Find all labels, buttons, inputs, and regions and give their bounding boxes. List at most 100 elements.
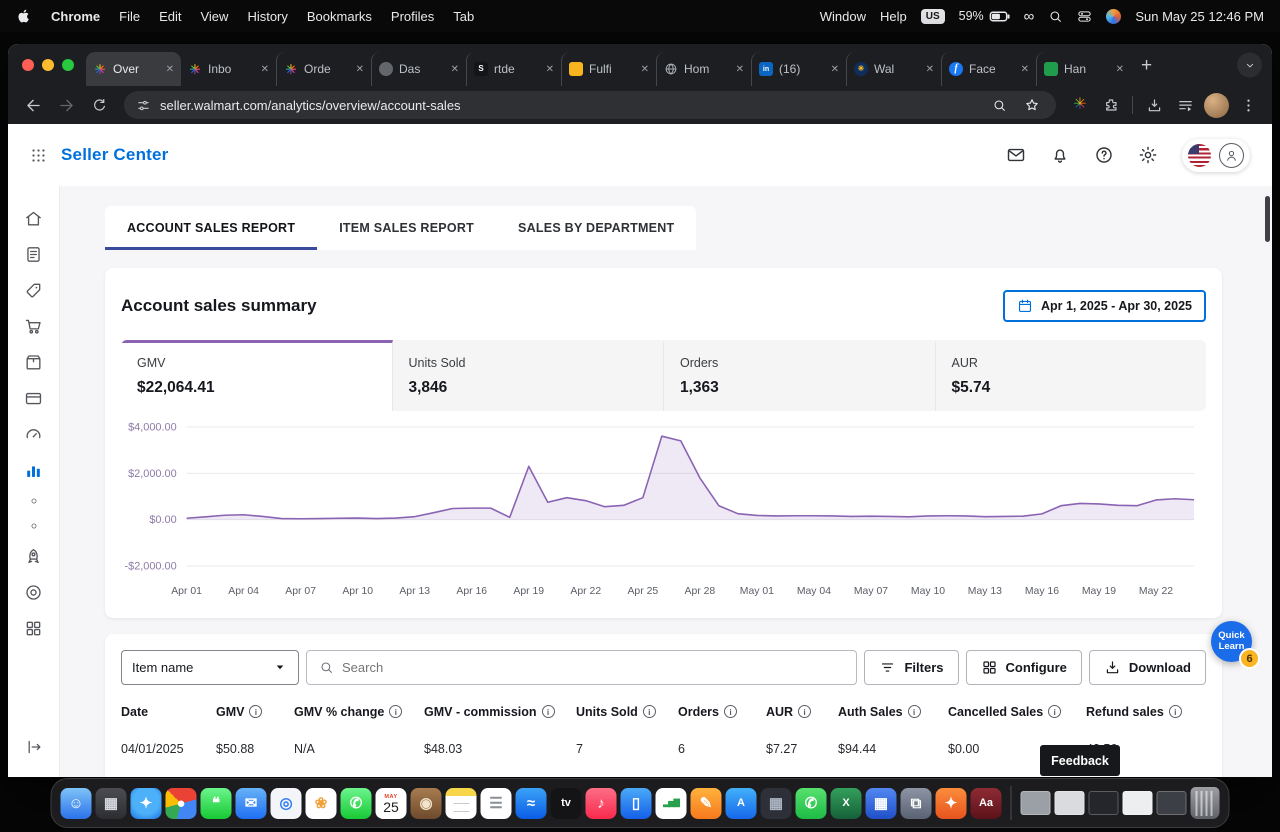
browser-profile-avatar[interactable] bbox=[1204, 92, 1229, 118]
filters-button[interactable]: Filters bbox=[864, 649, 959, 685]
report-tab-item-sales-report[interactable]: ITEM SALES REPORT bbox=[317, 206, 496, 250]
notes-icon[interactable] bbox=[445, 787, 477, 819]
info-icon[interactable]: i bbox=[1048, 705, 1062, 719]
tab-search-chevron[interactable] bbox=[1237, 52, 1262, 78]
column-header-units-sold[interactable]: Units Sold i bbox=[576, 705, 678, 719]
whatsapp-icon[interactable]: ✆ bbox=[795, 787, 827, 819]
close-tab-icon[interactable]: ✕ bbox=[1021, 64, 1029, 75]
notifications-bell-icon[interactable] bbox=[1050, 145, 1070, 165]
sidebar-item-analytics[interactable] bbox=[8, 452, 59, 488]
column-header-orders[interactable]: Orders i bbox=[678, 705, 766, 719]
sidebar-item-box[interactable] bbox=[8, 344, 59, 380]
apple-tv-icon[interactable]: tv bbox=[550, 787, 582, 819]
address-bar[interactable]: seller.walmart.com/analytics/overview/ac… bbox=[124, 91, 1056, 119]
sidebar-item-collapse[interactable] bbox=[8, 729, 59, 765]
sidebar-item-apps[interactable] bbox=[8, 610, 59, 646]
menu-item-edit[interactable]: Edit bbox=[159, 9, 181, 24]
account-pill[interactable] bbox=[1182, 138, 1250, 172]
minimized-window[interactable] bbox=[1088, 791, 1119, 815]
iphone-mirroring-icon[interactable]: ▯ bbox=[620, 787, 652, 819]
menu-item-file[interactable]: File bbox=[119, 9, 140, 24]
menu-item-profiles[interactable]: Profiles bbox=[391, 9, 434, 24]
search-input[interactable] bbox=[342, 659, 845, 675]
menu-clock[interactable]: Sun May 25 12:46 PM bbox=[1135, 9, 1264, 24]
configure-button[interactable]: Configure bbox=[965, 649, 1082, 685]
music-icon[interactable]: ♪ bbox=[585, 787, 617, 819]
close-window-button[interactable] bbox=[22, 59, 34, 71]
column-header-gmv[interactable]: GMV i bbox=[216, 705, 294, 719]
menu-item-chrome[interactable]: Chrome bbox=[51, 9, 100, 24]
close-tab-icon[interactable]: ✕ bbox=[356, 64, 364, 75]
chrome-icon[interactable]: ● bbox=[165, 787, 197, 819]
sidebar-item-gauge[interactable] bbox=[8, 416, 59, 452]
mail-icon[interactable] bbox=[1006, 145, 1026, 165]
minimized-window[interactable] bbox=[1156, 791, 1187, 815]
bookmark-star-icon[interactable] bbox=[1020, 93, 1044, 117]
item-name-select[interactable]: Item name bbox=[121, 649, 299, 685]
close-tab-icon[interactable]: ✕ bbox=[831, 64, 839, 75]
browser-menu-icon[interactable] bbox=[1236, 93, 1260, 117]
browser-tab-inbo[interactable]: ✳ Inbo ✕ bbox=[181, 52, 276, 86]
browser-tab-face[interactable]: f Face ✕ bbox=[941, 52, 1036, 86]
new-tab-button[interactable]: + bbox=[1141, 56, 1152, 75]
info-icon[interactable]: i bbox=[1168, 705, 1182, 719]
extensions-puzzle-icon[interactable] bbox=[1099, 93, 1123, 117]
safari-icon[interactable]: ✦ bbox=[130, 787, 162, 819]
app-launcher-icon[interactable] bbox=[30, 147, 47, 164]
close-tab-icon[interactable]: ✕ bbox=[1116, 64, 1124, 75]
minimize-window-button[interactable] bbox=[42, 59, 54, 71]
column-header-refund-sales[interactable]: Refund sales i bbox=[1086, 705, 1196, 719]
info-icon[interactable]: i bbox=[642, 705, 656, 719]
reminders-icon[interactable]: ☰ bbox=[480, 787, 512, 819]
app-store-icon[interactable]: A bbox=[725, 787, 757, 819]
weather-icon[interactable]: ≈ bbox=[515, 787, 547, 819]
settings-gear-icon[interactable] bbox=[1138, 145, 1158, 165]
control-center-icon[interactable] bbox=[1077, 9, 1092, 24]
browser-tab-16[interactable]: in (16) ✕ bbox=[751, 52, 846, 86]
launchpad-icon[interactable]: ▦ bbox=[95, 787, 127, 819]
font-book-icon[interactable]: Aa bbox=[970, 787, 1002, 819]
trash-icon[interactable] bbox=[1190, 787, 1220, 819]
menu-item-help[interactable]: Help bbox=[880, 9, 907, 24]
zoom-lens-icon[interactable] bbox=[987, 93, 1011, 117]
battery-indicator[interactable]: 59% bbox=[959, 6, 1010, 27]
info-icon[interactable]: i bbox=[249, 705, 263, 719]
sidebar-item-dot[interactable] bbox=[8, 488, 59, 513]
sidebar-item-rocket[interactable] bbox=[8, 538, 59, 574]
stat-card-aur[interactable]: AUR $5.74 bbox=[936, 340, 1207, 411]
browser-tab-wal[interactable]: ✳ Wal ✕ bbox=[846, 52, 941, 86]
column-header-aur[interactable]: AUR i bbox=[766, 705, 838, 719]
column-header-gmv-commission[interactable]: GMV - commission i bbox=[424, 705, 576, 719]
info-icon[interactable]: i bbox=[541, 705, 555, 719]
calendar-app-icon[interactable]: MAY 25 bbox=[375, 787, 407, 819]
utilities-icon[interactable]: ▦ bbox=[760, 787, 792, 819]
close-tab-icon[interactable]: ✕ bbox=[926, 64, 934, 75]
brand-logo[interactable]: Seller Center bbox=[61, 145, 168, 165]
menu-item-view[interactable]: View bbox=[200, 9, 228, 24]
pencil-app-icon[interactable]: ✎ bbox=[690, 787, 722, 819]
site-settings-icon[interactable] bbox=[136, 98, 151, 113]
sidebar-item-tag[interactable] bbox=[8, 272, 59, 308]
menu-item-bookmarks[interactable]: Bookmarks bbox=[307, 9, 372, 24]
date-range-picker[interactable]: Apr 1, 2025 - Apr 30, 2025 bbox=[1002, 290, 1206, 322]
finder-icon[interactable]: ☺ bbox=[60, 787, 92, 819]
browser-tab-rtde[interactable]: Srtde ✕ bbox=[466, 52, 561, 86]
user-menu-icon[interactable] bbox=[1106, 8, 1122, 24]
sidebar-item-cart[interactable] bbox=[8, 308, 59, 344]
close-tab-icon[interactable]: ✕ bbox=[451, 64, 459, 75]
stat-card-orders[interactable]: Orders 1,363 bbox=[664, 340, 936, 411]
close-tab-icon[interactable]: ✕ bbox=[546, 64, 554, 75]
downloads-icon[interactable] bbox=[1142, 93, 1166, 117]
apple-menu[interactable] bbox=[16, 8, 32, 24]
messages-icon[interactable]: ❝ bbox=[200, 787, 232, 819]
mail-app-icon[interactable]: ✉ bbox=[235, 787, 267, 819]
input-source-indicator[interactable]: US bbox=[920, 8, 945, 24]
close-tab-icon[interactable]: ✕ bbox=[641, 64, 649, 75]
browser-tab-hom[interactable]: Hom ✕ bbox=[656, 52, 751, 86]
stat-card-units-sold[interactable]: Units Sold 3,846 bbox=[393, 340, 664, 411]
sidebar-item-payments[interactable] bbox=[8, 380, 59, 416]
info-icon[interactable]: i bbox=[724, 705, 737, 719]
photo-booth-icon[interactable]: ◉ bbox=[410, 787, 442, 819]
microsoft-apps-icon[interactable]: ▦ bbox=[865, 787, 897, 819]
stat-card-gmv[interactable]: GMV $22,064.41 bbox=[121, 340, 393, 411]
